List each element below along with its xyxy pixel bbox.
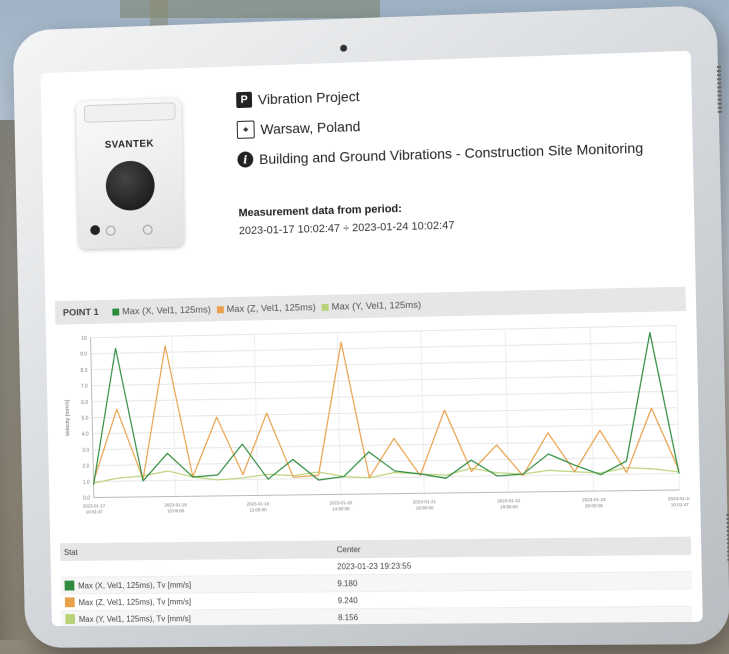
- legend-swatch-x: [112, 308, 120, 316]
- x-tick-label: 2023-01-21: [413, 499, 437, 504]
- grid-line: [92, 375, 677, 386]
- device-sensor: [105, 160, 156, 212]
- speaker-grille: [716, 65, 722, 113]
- grid-line: [91, 358, 676, 369]
- x-tick-label: 2023-01-18: [164, 502, 187, 507]
- row-swatch: [64, 597, 75, 608]
- info-icon: i: [237, 151, 254, 168]
- x-tick-label: 2023-01-20: [329, 500, 352, 505]
- period-label: Measurement data from period:: [238, 202, 402, 220]
- project-name: Vibration Project: [257, 88, 360, 108]
- x-tick-label: 10:00:00: [167, 508, 185, 513]
- x-tick-label: 20:00:00: [585, 503, 603, 508]
- x-tick-label: 14:00:00: [332, 506, 350, 511]
- legend-item-x[interactable]: Max (X, Vel1, 125ms): [122, 304, 211, 317]
- y-tick-label: 1.0: [83, 480, 90, 486]
- device-photo: SVANTEK: [75, 98, 185, 250]
- x-tick-label: 10:02:47: [671, 502, 690, 507]
- x-tick-label: 2023-01-23: [582, 497, 606, 502]
- report-screen: SVANTEK P Vibration Project ⌖ Warsaw, Po…: [40, 50, 703, 627]
- x-tick-label: 10:02:47: [86, 509, 104, 514]
- y-tick-label: 0.0: [83, 496, 90, 502]
- grid-line: [92, 391, 677, 401]
- row-swatch: [64, 580, 75, 591]
- legend-swatch-z: [216, 305, 224, 313]
- project-description: Building and Ground Vibrations - Constru…: [258, 139, 644, 168]
- table-cell-label: Max (X, Vel1, 125ms), Tv [mm/s]: [61, 578, 330, 591]
- grid-line: [93, 424, 679, 433]
- camera-icon: [340, 44, 348, 52]
- device-clip: [83, 102, 176, 123]
- table-cell-label: Max (Y, Vel1, 125ms), Tv [mm/s]: [61, 612, 330, 625]
- table-cell-value: 2023-01-23 19:23:55: [336, 561, 412, 571]
- device-connector: [90, 225, 101, 236]
- table-header-stat: Stat: [63, 547, 78, 557]
- x-tick-label: 18:00:00: [500, 504, 518, 509]
- device-brand-label: SVANTEK: [104, 138, 155, 151]
- grid-line: [91, 325, 676, 337]
- device-led: [105, 225, 116, 236]
- y-tick-label: 4.0: [82, 432, 89, 438]
- vibration-chart: 0.0 1.0 2.0 3.0 4.0 5.0 6.0 7.0 8.0 9.0 10 2023-01-…: [65, 317, 691, 514]
- row-swatch: [65, 614, 76, 625]
- project-icon: P: [236, 91, 253, 109]
- project-location: Warsaw, Poland: [260, 118, 361, 138]
- y-tick-label: 10: [81, 336, 87, 342]
- y-tick-label: 2.0: [83, 464, 90, 470]
- stats-table: Stat Center 2023-01-23 19:23:55 Max (X, …: [59, 536, 693, 627]
- x-tick-label: 16:00:00: [416, 505, 434, 510]
- project-location-row: ⌖ Warsaw, Poland: [236, 107, 643, 140]
- device-led: [142, 224, 153, 235]
- table-cell-value: 9.240: [337, 595, 358, 605]
- table-cell-label: [60, 566, 329, 569]
- y-axis-label: Velocity [mm/s]: [65, 399, 72, 436]
- map-icon: ⌖: [236, 120, 255, 139]
- table-header-center: Center: [336, 544, 361, 554]
- table-cell-label: Max (Z, Vel1, 125ms), Tv [mm/s]: [61, 595, 330, 608]
- x-tick-label: 2023-01-22: [497, 498, 521, 503]
- legend-swatch-y: [321, 303, 329, 311]
- legend-item-y[interactable]: Max (Y, Vel1, 125ms): [332, 299, 422, 312]
- period-value: 2023-01-17 10:02:47 ÷ 2023-01-24 10:02:4…: [238, 219, 455, 238]
- x-tick-label: 2023-01-19: [247, 501, 270, 506]
- project-name-row: P Vibration Project: [236, 77, 642, 110]
- legend-item-z[interactable]: Max (Z, Vel1, 125ms): [226, 302, 315, 315]
- y-tick-label: 5.0: [82, 416, 89, 422]
- y-tick-label: 9.0: [80, 352, 87, 358]
- x-tick-label: 12:00:00: [249, 507, 267, 512]
- y-tick-label: 6.0: [81, 400, 88, 406]
- y-tick-label: 3.0: [82, 448, 89, 454]
- table-row: Max (Y, Vel1, 125ms), Tv [mm/s] 8.156: [61, 606, 693, 627]
- x-tick-label: 2023-01-24: [668, 496, 691, 501]
- table-cell-value: 8.156: [337, 612, 359, 622]
- table-cell-value: 9.180: [337, 578, 358, 588]
- tablet-frame: SVANTEK P Vibration Project ⌖ Warsaw, Po…: [12, 5, 729, 648]
- y-tick-label: 8.0: [81, 368, 88, 374]
- project-info: P Vibration Project ⌖ Warsaw, Poland i B…: [236, 77, 644, 180]
- x-tick-label: 2023-01-17: [83, 503, 106, 508]
- y-tick-label: 7.0: [81, 384, 88, 390]
- legend-point-title: POINT 1: [62, 306, 99, 319]
- project-description-row: i Building and Ground Vibrations - Const…: [237, 138, 643, 170]
- grid-line: [91, 342, 676, 354]
